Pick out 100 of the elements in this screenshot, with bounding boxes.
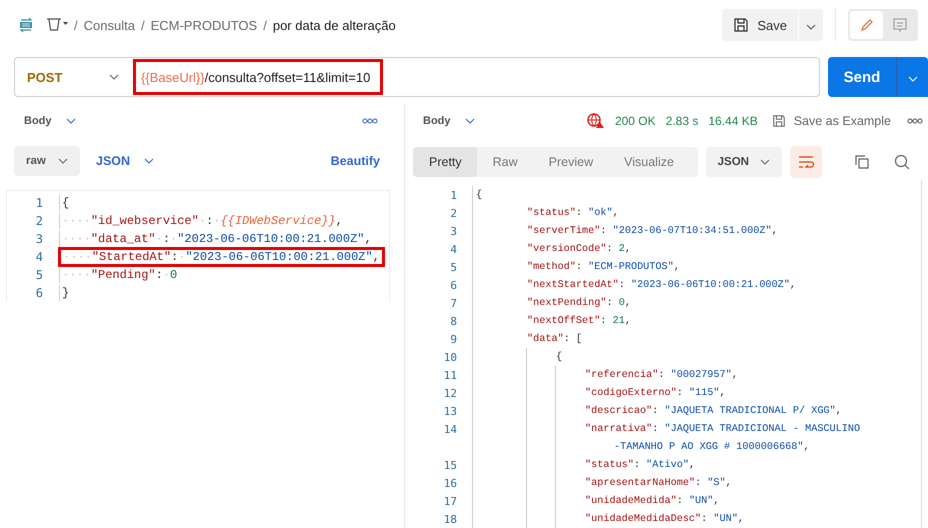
chevron-down-icon [66, 118, 76, 124]
more-icon[interactable] [362, 118, 378, 124]
beautify-link[interactable]: Beautify [330, 154, 380, 168]
format-dropdown[interactable]: JSON [706, 147, 782, 177]
whitespace-marker: ···· [62, 268, 91, 282]
view-tab[interactable]: Visualize [608, 147, 689, 177]
json-punctuation: , [624, 316, 631, 326]
save-icon [733, 17, 750, 33]
line-number: 2 [34, 214, 43, 228]
json-key: "data_at" [90, 232, 156, 246]
line-number: 3 [449, 224, 457, 238]
json-punctuation: , [726, 478, 732, 488]
status-code: 200 OK [614, 114, 656, 128]
json-number: 0 [618, 298, 625, 308]
line-number: 1 [34, 196, 43, 210]
chevron-down-icon [144, 158, 154, 164]
language-dropdown[interactable]: JSON [90, 153, 160, 169]
response-size: 16.44 KB [708, 114, 758, 128]
breadcrumb-link[interactable]: ECM-PRODUTOS [150, 18, 258, 32]
body-mode-dropdown[interactable]: raw [14, 146, 80, 176]
json-string: "S" [707, 478, 726, 488]
http-icon [18, 17, 34, 33]
whitespace-marker: · [198, 214, 206, 228]
json-punctuation: , [336, 214, 343, 228]
edit-mode-button[interactable] [850, 11, 883, 39]
comment-icon [892, 17, 908, 33]
line-number: 11 [442, 368, 457, 382]
json-punctuation: , [624, 298, 631, 308]
whitespace-marker: · [213, 214, 220, 228]
json-punctuation: , [674, 262, 680, 272]
chevron-down-icon [58, 158, 68, 164]
json-punctuation: , [364, 232, 372, 246]
json-punctuation: : [576, 208, 584, 218]
whitespace-marker: · [170, 232, 178, 246]
whitespace-marker: ···· [63, 250, 92, 264]
wrap-lines-button[interactable] [790, 146, 822, 178]
json-string: "2023-06-06T10:00:21.000Z" [185, 250, 373, 264]
json-key: "nextPending" [527, 298, 606, 308]
body-tab[interactable]: Body [14, 115, 86, 127]
whitespace-marker: ···· [62, 214, 91, 228]
line-number: 4 [449, 242, 457, 256]
line-number: 6 [34, 286, 43, 300]
json-punctuation: , [804, 442, 810, 452]
json-key: "narrativa" [585, 424, 652, 434]
line-number: 6 [449, 278, 457, 292]
json-number: 21 [612, 316, 625, 326]
json-punctuation: : [676, 388, 684, 398]
json-punctuation: : [652, 424, 660, 434]
json-key: "method" [527, 262, 576, 272]
line-number: 13 [442, 404, 457, 418]
method-dropdown[interactable]: POST [15, 70, 131, 84]
view-tab[interactable]: Pretty [413, 147, 477, 177]
json-number: 2 [618, 244, 625, 254]
chevron-down-icon [806, 24, 816, 30]
json-punctuation: : [695, 478, 702, 488]
json-punctuation: : [701, 514, 708, 524]
json-punctuation: { [556, 352, 562, 362]
json-string: "2023-06-07T10:34:51.000Z" [612, 226, 772, 236]
json-key: "unidadeMedidaDesc" [585, 514, 702, 524]
json-punctuation: : [600, 226, 608, 236]
json-key: "codigoExterno" [585, 388, 677, 398]
breadcrumb-link[interactable]: Consulta [84, 18, 135, 32]
json-key: "versionCode" [527, 244, 606, 254]
json-string: "Ativo" [646, 460, 689, 470]
save-as-example-button[interactable]: Save as Example [768, 114, 897, 128]
save-button[interactable]: Save [722, 9, 798, 41]
json-punctuation: , [624, 244, 631, 254]
json-key: "referencia" [585, 370, 658, 380]
copy-icon[interactable] [854, 154, 870, 170]
json-key: "StartedAt" [92, 250, 172, 264]
json-punctuation: : [162, 232, 170, 246]
json-punctuation: : [600, 316, 608, 326]
url-field[interactable]: {{BaseUrl}}/consulta?offset=11&limit=10 [133, 59, 384, 95]
chevron-down-icon [464, 118, 474, 124]
line-number: 5 [34, 268, 43, 282]
whitespace-marker: · [162, 268, 170, 282]
chevron-down-icon [109, 74, 119, 80]
line-number: 2 [449, 206, 457, 220]
more-icon[interactable] [907, 118, 923, 124]
line-number: 14 [442, 422, 457, 436]
json-string: "2023-06-06T10:00:21.000Z" [630, 280, 790, 290]
view-tab[interactable]: Preview [532, 147, 608, 177]
json-number: 0 [170, 268, 178, 282]
json-variable: {{IDWebService}} [220, 214, 336, 228]
search-icon[interactable] [894, 154, 910, 170]
whitespace-marker: ···· [62, 232, 91, 246]
line-number: 5 [449, 260, 457, 274]
globe-warning-icon[interactable] [586, 112, 605, 128]
json-string: "00027957" [670, 370, 732, 380]
json-string: "UN" [713, 514, 738, 524]
send-button[interactable]: Send [828, 57, 896, 97]
json-punctuation: , [372, 250, 380, 264]
body-tab[interactable]: Body [413, 114, 484, 126]
view-tab[interactable]: Raw [476, 147, 533, 177]
whitespace-marker: · [156, 232, 163, 246]
json-punctuation: : [676, 496, 684, 506]
collection-icon[interactable] [46, 17, 68, 33]
save-icon [772, 114, 786, 128]
breadcrumb-separator: / [263, 18, 267, 32]
line-number: 15 [442, 458, 457, 472]
